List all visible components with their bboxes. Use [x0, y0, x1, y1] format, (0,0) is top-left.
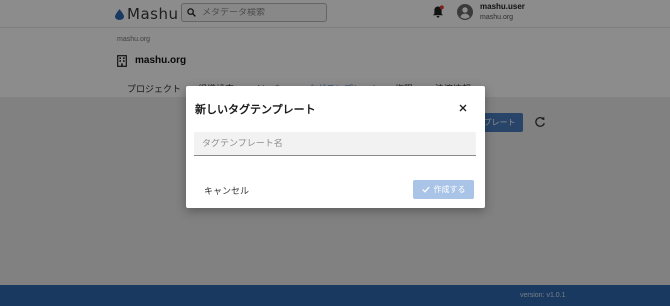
template-name-field[interactable] [194, 132, 476, 156]
create-button-label: 作成する [433, 185, 466, 194]
close-icon[interactable] [458, 103, 468, 113]
template-name-input[interactable] [202, 138, 462, 149]
create-button[interactable]: 作成する [413, 180, 474, 199]
cancel-button[interactable]: キャンセル [204, 184, 249, 197]
check-icon [421, 186, 430, 193]
new-tag-template-dialog: 新しいタグテンプレート キャンセル 作成する [186, 86, 485, 208]
dialog-title: 新しいタグテンプレート [195, 103, 316, 116]
